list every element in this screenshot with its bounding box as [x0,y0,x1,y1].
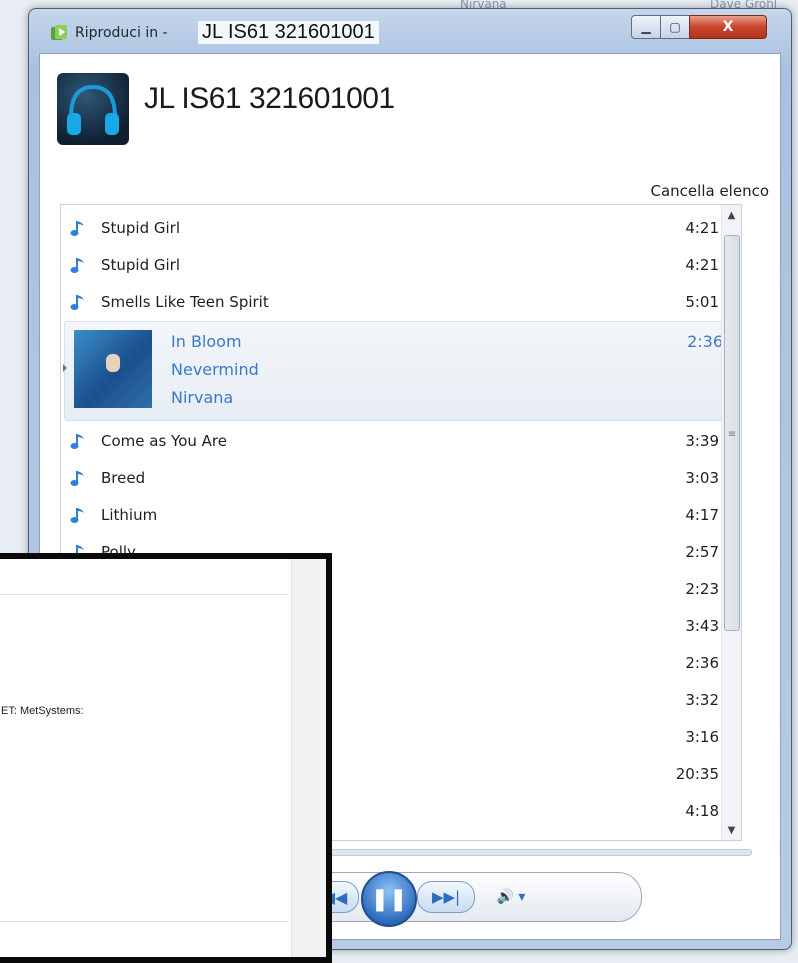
title-bar[interactable]: Riproduci in - JL IS61 321601001 ▁ ▢ X [29,9,791,51]
now-playing-duration: 2:36 [687,332,723,351]
maximize-button[interactable]: ▢ [660,15,690,39]
playlist-row[interactable]: Come as You Are 3:39 [61,422,732,459]
next-icon: ▶▶| [431,888,461,906]
music-note-icon [69,468,99,488]
divider [0,921,288,922]
overlay-text: IET: MetSystems: [0,705,84,717]
music-note-icon [69,431,99,451]
track-title: Breed [101,468,146,487]
track-title: Smells Like Teen Spirit [101,292,269,311]
volume-button[interactable]: 🔊 ▾ [487,885,535,909]
now-playing-row[interactable]: In Bloom Nevermind Nirvana 2:36 [63,321,734,421]
divider [0,594,288,595]
music-note-icon [69,505,99,525]
volume-icon: 🔊 ▾ [496,889,526,905]
playlist-row[interactable]: Stupid Girl 4:21 [61,246,732,283]
next-button[interactable]: ▶▶| [417,881,475,913]
pause-button[interactable]: ❚❚ [361,871,417,927]
device-name: JL IS61 321601001 [144,82,395,115]
headphones-icon [57,73,129,145]
music-note-icon [69,218,99,238]
track-title: Come as You Are [101,431,227,450]
minimize-button[interactable]: ▁ [631,15,661,39]
overlapping-panel: IET: MetSystems: [0,553,332,963]
window-title-prefix: Riproduci in - [75,25,168,41]
now-playing-title: In Bloom [171,332,242,351]
overlay-side-strip [291,559,326,957]
playlist-row[interactable]: Breed 3:03 [61,459,732,496]
now-playing-indicator-icon [63,364,67,372]
playlist-scrollbar[interactable]: ▲ ≡ ▼ [721,205,741,840]
scroll-down-arrow-icon[interactable]: ▼ [722,822,741,840]
playlist-row[interactable]: Stupid Girl 4:21 [61,209,732,246]
grip-icon: ≡ [727,429,737,440]
scrollbar-thumb[interactable]: ≡ [724,235,740,631]
scroll-up-arrow-icon[interactable]: ▲ [722,207,741,225]
minimize-icon: ▁ [641,20,651,34]
music-note-icon [69,292,99,312]
track-title: Lithium [101,505,158,524]
album-art [74,330,152,408]
close-button[interactable]: X [689,15,767,39]
close-icon: X [722,19,734,35]
maximize-icon: ▢ [669,20,681,34]
music-note-icon [69,255,99,275]
pause-icon: ❚❚ [370,886,408,912]
play-to-icon [51,25,67,40]
playlist-row[interactable]: Smells Like Teen Spirit 5:01 [61,283,732,320]
clear-list-link[interactable]: Cancella elenco [651,182,770,200]
track-title: Stupid Girl [101,218,181,237]
track-title: Stupid Girl [101,255,181,274]
now-playing-artist: Nirvana [171,388,234,407]
window-title-device: JL IS61 321601001 [198,21,379,44]
now-playing-album: Nevermind [171,360,259,379]
playlist-row[interactable]: Lithium 4:17 [61,496,732,533]
